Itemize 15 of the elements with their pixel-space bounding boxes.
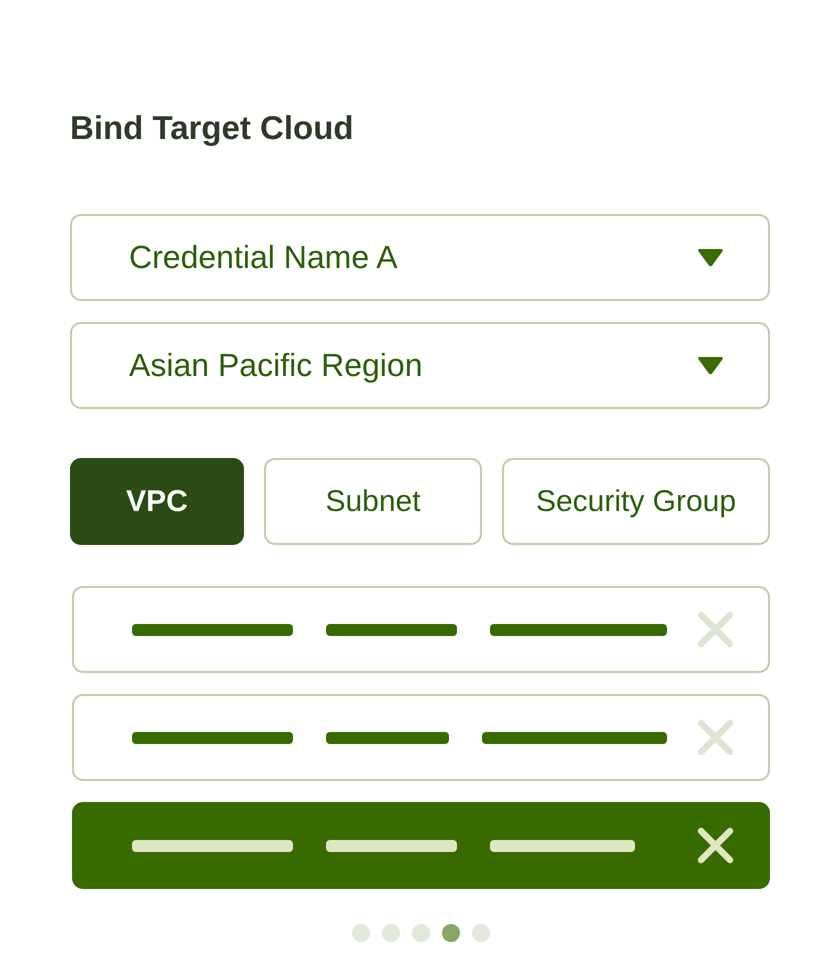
caret-icon: [697, 356, 724, 375]
dropdown-field[interactable]: Asian Pacific Region: [70, 322, 770, 409]
tab[interactable]: Subnet: [264, 458, 482, 545]
tab[interactable]: VPC: [70, 458, 244, 545]
page-dot[interactable]: [352, 924, 370, 942]
page-dot[interactable]: [412, 924, 430, 942]
section-title: Bind Target Cloud: [70, 108, 354, 148]
list-row[interactable]: [72, 802, 770, 889]
page-dot[interactable]: [472, 924, 490, 942]
caret-icon: [697, 248, 724, 267]
tab[interactable]: Security Group: [502, 458, 770, 545]
dropdown-field[interactable]: Credential Name A: [70, 214, 770, 301]
page-dot[interactable]: [442, 924, 460, 942]
close-icon[interactable]: [697, 827, 734, 864]
page-dot[interactable]: [382, 924, 400, 942]
